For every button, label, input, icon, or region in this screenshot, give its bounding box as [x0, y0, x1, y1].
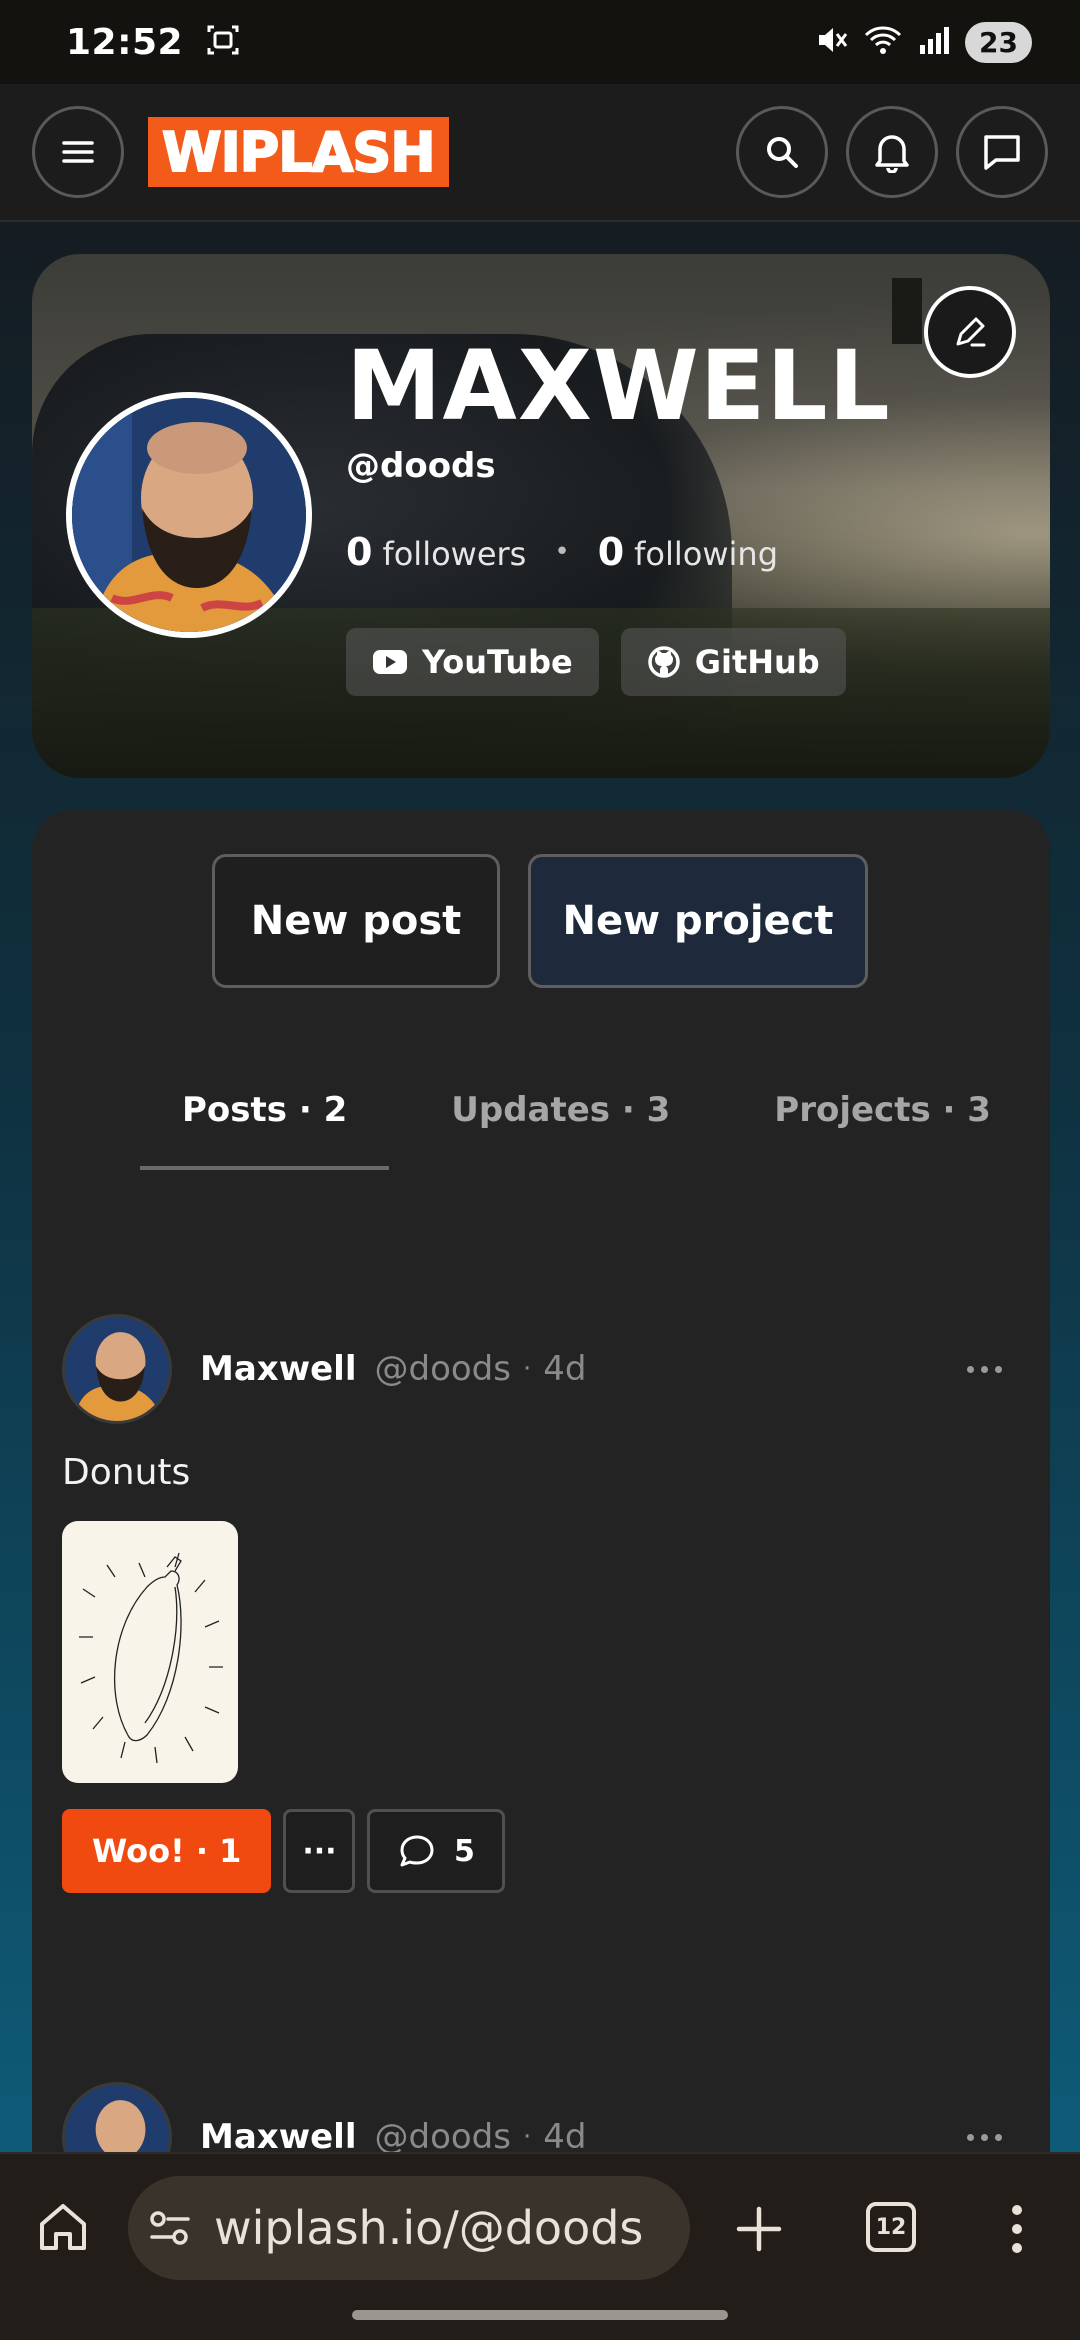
- new-post-button[interactable]: New post: [212, 854, 500, 988]
- ellipsis-label: ···: [302, 1833, 337, 1869]
- pencil-icon: [956, 317, 986, 347]
- post-text: Donuts: [62, 1452, 191, 1493]
- post-header: Maxwell @doods · 4d: [62, 1314, 1012, 1424]
- stats-separator: •: [554, 537, 570, 567]
- reaction-more-button[interactable]: ···: [283, 1809, 356, 1893]
- followers-count: 0: [346, 530, 373, 574]
- new-tab-button[interactable]: [734, 2204, 784, 2258]
- following-count: 0: [597, 530, 625, 574]
- home-icon: [40, 2204, 86, 2250]
- profile-links: YouTube GitHub: [346, 628, 846, 696]
- profile-tabs: Posts · 2 Updates · 3 Projects · 3: [140, 1090, 1033, 1170]
- github-icon: [647, 646, 680, 678]
- battery-indicator: 23: [965, 21, 1032, 63]
- mute-icon: [815, 23, 849, 61]
- status-time: 12:52: [66, 21, 184, 63]
- edit-profile-button[interactable]: [924, 286, 1016, 378]
- post-header: Maxwell @doods · 4d: [62, 2082, 1012, 2152]
- wifi-icon: [863, 23, 903, 61]
- site-settings-icon: [150, 2211, 190, 2245]
- tab-count: 12: [875, 2214, 907, 2240]
- post-meta-separator: ·: [522, 2122, 532, 2152]
- post-author-handle[interactable]: @doods: [375, 1349, 511, 1389]
- tab-updates[interactable]: Updates · 3: [409, 1090, 712, 1170]
- post-timestamp: 4d: [543, 1349, 587, 1389]
- messages-button[interactable]: [956, 106, 1048, 198]
- kebab-menu-icon: [1012, 2205, 1022, 2253]
- menu-button[interactable]: [32, 106, 124, 198]
- youtube-icon: [373, 650, 407, 674]
- gesture-home-indicator[interactable]: [352, 2310, 728, 2320]
- profile-avatar[interactable]: [66, 392, 312, 638]
- wiplash-logo[interactable]: WIPLASH: [148, 117, 449, 187]
- post-options-button[interactable]: [967, 2133, 1002, 2141]
- address-bar[interactable]: wiplash.io/@doods: [128, 2176, 690, 2280]
- plus-icon: [736, 2206, 782, 2252]
- youtube-link[interactable]: YouTube: [346, 628, 599, 696]
- more-icon: [967, 2133, 974, 2141]
- followers-link[interactable]: 0 followers: [346, 530, 526, 574]
- new-project-button[interactable]: New project: [528, 854, 868, 988]
- more-icon: [967, 1365, 974, 1373]
- followers-label: followers: [382, 535, 527, 573]
- screenshot-icon: [205, 22, 241, 62]
- search-button[interactable]: [736, 106, 828, 198]
- post-author-avatar[interactable]: [62, 2082, 172, 2152]
- woo-button[interactable]: Woo! · 1: [62, 1809, 272, 1893]
- signal-icon: [917, 23, 951, 61]
- profile-stats: 0 followers • 0 following: [346, 530, 778, 574]
- github-label: GitHub: [694, 643, 820, 681]
- tab-posts[interactable]: Posts · 2: [140, 1090, 390, 1170]
- comments-button[interactable]: 5: [367, 1809, 506, 1893]
- post-author-name[interactable]: Maxwell: [200, 1349, 357, 1389]
- post-author-name[interactable]: Maxwell: [200, 2117, 357, 2152]
- banana-sketch-image: [79, 1552, 223, 1764]
- post-author-avatar[interactable]: [62, 1314, 172, 1424]
- browser-menu-button[interactable]: [1006, 2202, 1028, 2260]
- profile-name: MAXWELL: [346, 330, 891, 442]
- search-icon: [767, 137, 798, 168]
- post-options-button[interactable]: [967, 1365, 1002, 1373]
- comment-icon: [400, 1835, 434, 1867]
- post-actions: Woo! · 1 ··· 5: [62, 1809, 1012, 1893]
- hamburger-icon: [62, 141, 94, 163]
- address-url: wiplash.io/@doods: [214, 2201, 644, 2255]
- profile-handle: @doods: [346, 446, 496, 486]
- home-button[interactable]: [36, 2200, 90, 2258]
- youtube-label: YouTube: [422, 643, 573, 681]
- status-bar: 12:52 23: [0, 0, 1080, 84]
- post-meta-separator: ·: [522, 1354, 532, 1384]
- create-actions: New post New project: [212, 854, 868, 988]
- following-link[interactable]: 0 following: [598, 530, 778, 574]
- notifications-button[interactable]: [846, 106, 938, 198]
- post-author-handle[interactable]: @doods: [375, 2117, 511, 2152]
- message-icon: [984, 135, 1020, 170]
- post-image[interactable]: [62, 1521, 238, 1783]
- github-link[interactable]: GitHub: [620, 628, 846, 696]
- comment-count: 5: [453, 1833, 475, 1869]
- post-timestamp: 4d: [543, 2117, 587, 2152]
- tab-projects[interactable]: Projects · 3: [732, 1090, 1033, 1170]
- app-header: WIPLASH: [0, 84, 1080, 222]
- following-label: following: [634, 535, 778, 573]
- post-card: Maxwell @doods · 4d: [62, 2082, 1012, 2152]
- banner-post: [892, 278, 922, 344]
- post-card: Maxwell @doods · 4d Donuts Woo! · 1 ··· …: [62, 1314, 1012, 1893]
- bell-icon: [875, 135, 909, 173]
- tab-switcher-button[interactable]: 12: [866, 2202, 916, 2252]
